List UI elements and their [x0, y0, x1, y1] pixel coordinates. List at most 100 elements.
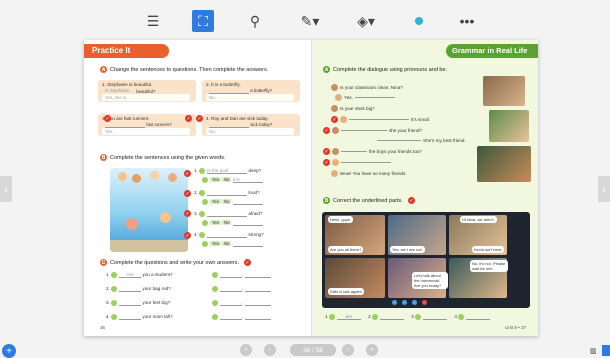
yes-option[interactable]: Yes: [210, 241, 221, 247]
answer-blank[interactable]: [232, 225, 263, 226]
share-icon[interactable]: [412, 300, 417, 305]
color-dot-icon[interactable]: [408, 10, 430, 32]
card-1: 1. Stephanie is beautiful. Is Stephanie …: [98, 80, 196, 102]
dialogue-line: ✓: [323, 159, 391, 166]
answer-blank[interactable]: [423, 319, 448, 320]
audio-icon[interactable]: [199, 168, 206, 174]
fill-blank[interactable]: [119, 291, 142, 292]
more-icon[interactable]: •••: [456, 10, 478, 32]
no-option[interactable]: No: [222, 241, 232, 247]
fill-blank[interactable]: [119, 319, 142, 320]
audio-icon[interactable]: [199, 190, 206, 196]
audio-icon[interactable]: [202, 199, 208, 205]
answer-blank[interactable]: [244, 277, 271, 278]
zoom-icon[interactable]: ⚲: [244, 10, 266, 32]
answer-field[interactable]: No,: [206, 94, 294, 101]
right-page: Grammar in Real Life A Complete the dial…: [313, 40, 538, 336]
fill-blank[interactable]: [207, 216, 248, 217]
page-indicator[interactable]: 36 / 56: [290, 344, 336, 356]
answer-blank[interactable]: [349, 119, 409, 120]
answer-blank[interactable]: [377, 140, 421, 141]
check-icon[interactable]: ✓: [323, 148, 330, 155]
answer-field[interactable]: Yes, she is.: [102, 94, 190, 101]
audio-icon[interactable]: [111, 272, 118, 278]
yes-option[interactable]: Yes: [210, 220, 221, 226]
no-option[interactable]: No: [222, 220, 232, 226]
audio-icon[interactable]: [111, 286, 118, 292]
audio-icon[interactable]: [202, 177, 208, 183]
check-icon[interactable]: ✓: [331, 116, 338, 123]
answer-blank[interactable]: [244, 305, 271, 306]
answer-blank[interactable]: it is.: [232, 177, 263, 183]
audio-icon[interactable]: [212, 272, 218, 278]
audio-icon[interactable]: [212, 314, 218, 320]
no-option[interactable]: No: [222, 199, 232, 205]
answer-blank[interactable]: [220, 319, 242, 320]
answer-blank[interactable]: are: [336, 314, 361, 320]
no-option[interactable]: No: [222, 177, 232, 183]
answer-blank[interactable]: [244, 291, 271, 292]
audio-icon[interactable]: [212, 300, 218, 306]
check-icon[interactable]: ✓: [184, 190, 191, 197]
side-panel-tab[interactable]: [602, 345, 610, 356]
girl-photo: [489, 110, 529, 142]
answer-blank[interactable]: [220, 305, 242, 306]
next-page-arrow[interactable]: ›: [598, 176, 610, 202]
answer-blank[interactable]: [354, 97, 395, 98]
answer-blank[interactable]: [341, 151, 367, 152]
fullscreen-icon[interactable]: ⛶: [192, 10, 214, 32]
audio-icon[interactable]: [212, 286, 218, 292]
end-call-icon[interactable]: [422, 300, 427, 305]
pen-icon[interactable]: ✎▾: [296, 10, 324, 32]
fill-blank[interactable]: [207, 237, 248, 238]
answer-field[interactable]: Yes,: [102, 128, 190, 135]
audio-icon[interactable]: [111, 314, 118, 320]
mic-icon[interactable]: [392, 300, 397, 305]
answer-blank[interactable]: [220, 277, 242, 278]
check-icon[interactable]: ✓: [184, 170, 191, 177]
first-page-button[interactable]: «: [240, 344, 252, 356]
answer-field[interactable]: No,: [206, 128, 294, 135]
check-icon[interactable]: ✓: [323, 127, 330, 134]
grid-view-icon[interactable]: ▥: [590, 347, 598, 355]
audio-icon[interactable]: [111, 300, 118, 306]
audio-icon[interactable]: [202, 220, 208, 226]
answer-blank[interactable]: [244, 319, 271, 320]
audio-icon[interactable]: [328, 314, 335, 320]
check-icon[interactable]: ✓: [323, 159, 330, 166]
audio-icon[interactable]: [199, 211, 206, 217]
camera-icon[interactable]: [402, 300, 407, 305]
answer-blank[interactable]: [341, 162, 391, 163]
check-icon[interactable]: ✓: [184, 210, 191, 217]
fill-blank[interactable]: Are: [119, 272, 142, 278]
audio-icon[interactable]: [458, 314, 465, 320]
yes-option[interactable]: Yes: [210, 177, 221, 183]
prev-page-arrow[interactable]: ‹: [0, 176, 12, 202]
eraser-icon[interactable]: ◈▾: [352, 10, 380, 32]
check-icon[interactable]: ✓: [244, 259, 252, 266]
yes-option[interactable]: Yes: [210, 199, 221, 205]
answer-blank[interactable]: [379, 319, 404, 320]
check-icon[interactable]: ✓: [184, 232, 191, 239]
answer-blank[interactable]: [341, 130, 387, 131]
audio-icon[interactable]: [371, 314, 378, 320]
check-icon[interactable]: ✓: [196, 115, 203, 122]
check-icon[interactable]: ✓: [185, 115, 192, 122]
last-page-button[interactable]: »: [366, 344, 378, 356]
check-icon[interactable]: ✓: [104, 115, 111, 122]
check-icon[interactable]: ✓: [407, 197, 415, 204]
answer-blank[interactable]: [220, 291, 242, 292]
audio-icon[interactable]: [199, 232, 206, 238]
fill-blank[interactable]: Is the pool: [207, 168, 248, 174]
audio-icon[interactable]: [415, 314, 422, 320]
answer-blank[interactable]: [232, 204, 263, 205]
menu-icon[interactable]: ☰: [142, 10, 164, 32]
fill-blank[interactable]: [119, 305, 142, 306]
row-num: 4.: [194, 232, 198, 238]
next-page-button[interactable]: ›: [342, 344, 354, 356]
answer-blank[interactable]: [232, 246, 263, 247]
answer-blank[interactable]: [466, 319, 491, 320]
prev-page-button[interactable]: ‹: [264, 344, 276, 356]
audio-icon[interactable]: [202, 241, 208, 247]
fill-blank[interactable]: [207, 195, 248, 196]
